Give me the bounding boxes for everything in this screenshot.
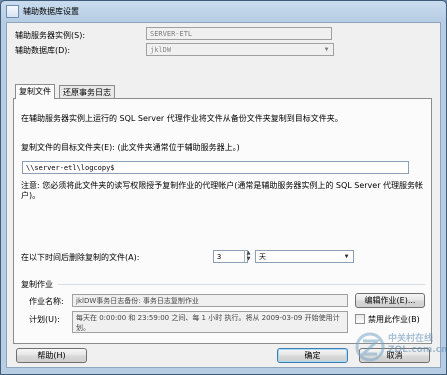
app-icon	[6, 5, 19, 18]
window-title: 辅助数据库设置	[23, 7, 79, 16]
dialog-window: 辅助数据库设置 辅助服务器实例(S): SERVER-ETL 辅助数据库(D):…	[0, 0, 447, 375]
secondary-db-dropdown[interactable]: jklDW ▼	[146, 43, 334, 56]
dest-folder-label: 复制文件的目标文件夹(E): (此文件夹通常位于辅助服务器上。)	[21, 143, 240, 152]
secondary-instance-label: 辅助服务器实例(S):	[15, 31, 86, 40]
ok-button[interactable]: 确定	[277, 348, 348, 363]
site-watermark: 中关村在线 ZOL.com.cn	[354, 327, 446, 365]
delete-unit-value: 天	[259, 253, 266, 261]
delete-after-label: 在以下时间后删除复制的文件(A):	[21, 253, 140, 262]
watermark-en: ZOL.com.cn	[388, 345, 447, 355]
group-divider	[58, 284, 425, 285]
disable-job-checkbox[interactable]	[355, 314, 365, 324]
watermark-cn: 中关村在线	[388, 334, 434, 344]
chevron-down-icon: ▼	[324, 46, 329, 53]
copy-files-panel: 在辅助服务器实例上运行的 SQL Server 代理作业将文件从备份文件夹复制到…	[13, 98, 432, 344]
schedule-field: 每天在 0:00:00 和 23:59:00 之间、每 1 小时 执行。将从 2…	[72, 311, 348, 333]
dest-folder-input[interactable]: \\server-etl\logcopy$	[22, 161, 409, 174]
secondary-db-value: jklDW	[150, 46, 172, 54]
chevron-down-icon: ▼	[344, 253, 349, 260]
copy-description: 在辅助服务器实例上运行的 SQL Server 代理作业将文件从备份文件夹复制到…	[21, 114, 343, 123]
delete-after-input[interactable]: 3	[213, 250, 248, 263]
edit-job-button[interactable]: 编辑作业(E)...	[355, 293, 425, 308]
delete-after-spinner[interactable]: ▲ ▼	[244, 250, 252, 263]
schedule-label: 计划(U):	[29, 315, 60, 324]
help-button[interactable]: 帮助(H)	[16, 348, 87, 363]
dialog-client-area: 辅助服务器实例(S): SERVER-ETL 辅助数据库(D): jklDW ▼…	[6, 22, 446, 368]
tab-copy-files[interactable]: 复制文件	[15, 84, 55, 99]
secondary-db-label: 辅助数据库(D):	[15, 46, 71, 55]
permission-note: 注意: 您必须将此文件夹的读写权限授予复制作业的代理帐户(通常是辅助服务器实例上…	[21, 181, 424, 200]
tab-copy-files-label: 复制文件	[19, 87, 51, 96]
tab-restore-log[interactable]: 还原事务日志	[59, 85, 115, 98]
secondary-instance-field: SERVER-ETL	[146, 27, 332, 40]
job-name-label: 作业名称:	[29, 297, 64, 306]
tab-control: 复制文件 还原事务日志 在辅助服务器实例上运行的 SQL Server 代理作业…	[13, 84, 434, 345]
title-bar[interactable]: 辅助数据库设置	[1, 1, 446, 21]
job-name-field: jklDW事务日志备份: 事务日志复制作业	[72, 294, 348, 307]
copy-job-group-label: 复制作业	[21, 280, 53, 289]
delete-unit-dropdown[interactable]: 天 ▼	[255, 250, 354, 263]
disable-job-label: 禁用此作业(B)	[368, 315, 420, 324]
tab-restore-log-label: 还原事务日志	[63, 88, 111, 97]
